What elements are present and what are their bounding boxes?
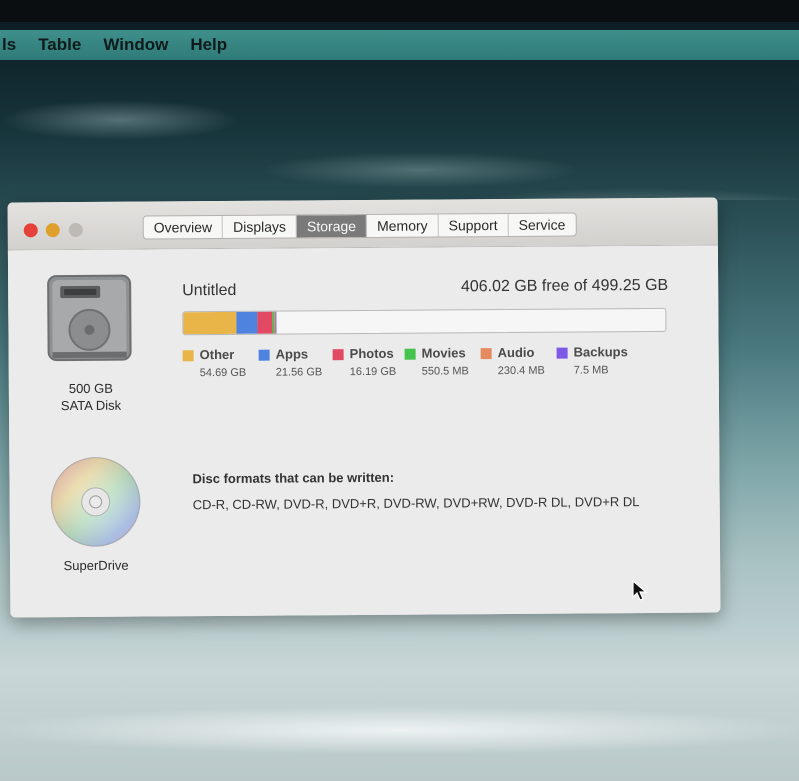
legend-swatch-backups [556, 347, 568, 359]
disk-capacity: 500 GB [68, 380, 113, 397]
wallpaper-foam [0, 690, 799, 760]
legend-size-audio: 230.4 MB [497, 364, 545, 378]
minimize-button[interactable] [45, 223, 60, 238]
tab-bar: Overview Displays Storage Memory Support… [142, 212, 577, 240]
window-titlebar: Overview Displays Storage Memory Support… [7, 197, 718, 251]
zoom-button[interactable] [68, 222, 83, 238]
storage-pane: 500 GB SATA Disk SuperDrive Untitled 406… [7, 245, 721, 618]
legend-size-other: 54.69 GB [199, 366, 247, 380]
menu-item-table[interactable]: Table [38, 35, 81, 55]
volume-free-space: 406.02 GB free of 499.25 GB [460, 276, 669, 296]
storage-usage-bar [182, 307, 667, 336]
storage-segment-apps [236, 311, 258, 334]
tab-displays[interactable]: Displays [223, 215, 298, 238]
storage-segment-photos [256, 311, 273, 334]
disk-type: SATA Disk [60, 397, 122, 414]
legend-swatch-other [182, 350, 194, 362]
storage-segment-other [183, 311, 237, 335]
disk-label: 500 GB SATA Disk [39, 380, 143, 415]
menu-item-window[interactable]: Window [103, 35, 168, 55]
legend-swatch-movies [404, 348, 416, 360]
legend-swatch-audio [480, 348, 492, 360]
legend-name-movies: Movies [421, 345, 466, 361]
dvd-disc-icon [50, 457, 141, 547]
legend-size-backups: 7.5 MB [573, 364, 609, 377]
close-button[interactable] [23, 223, 38, 238]
disc-formats-list: CD-R, CD-RW, DVD-R, DVD+R, DVD-RW, DVD+R… [192, 494, 640, 513]
menu-item-help[interactable]: Help [190, 35, 227, 55]
superdrive-label: SuperDrive [63, 557, 129, 574]
tab-support[interactable]: Support [438, 213, 509, 237]
legend-name-audio: Audio [497, 344, 535, 361]
tab-storage[interactable]: Storage [296, 214, 368, 238]
legend-swatch-photos [332, 349, 344, 361]
storage-segment-backups [275, 311, 277, 334]
about-this-mac-window: Overview Displays Storage Memory Support… [7, 197, 721, 618]
mouse-pointer-icon [632, 580, 648, 601]
monitor-bezel [0, 0, 799, 22]
legend-size-movies: 550.5 MB [421, 365, 469, 378]
desktop-wallpaper [0, 60, 799, 200]
disc-formats-heading: Disc formats that can be written: [192, 469, 395, 487]
legend-size-photos: 16.19 GB [349, 365, 397, 379]
legend-name-other: Other [199, 346, 235, 363]
volume-name: Untitled [182, 281, 237, 300]
legend-name-apps: Apps [275, 346, 309, 362]
legend-size-apps: 21.56 GB [275, 366, 323, 379]
tab-memory[interactable]: Memory [366, 214, 439, 237]
menu-bar: ls Table Window Help [0, 30, 799, 60]
storage-legend: Other 54.69 GB Apps 21.56 GB Photos 16.1… [182, 344, 673, 387]
legend-name-backups: Backups [573, 344, 628, 360]
tab-service[interactable]: Service [509, 214, 576, 236]
menu-item-tools[interactable]: ls [2, 35, 16, 55]
hard-disk-icon [47, 274, 132, 362]
tab-overview[interactable]: Overview [143, 215, 224, 239]
legend-swatch-apps [258, 349, 270, 361]
legend-name-photos: Photos [349, 345, 394, 362]
